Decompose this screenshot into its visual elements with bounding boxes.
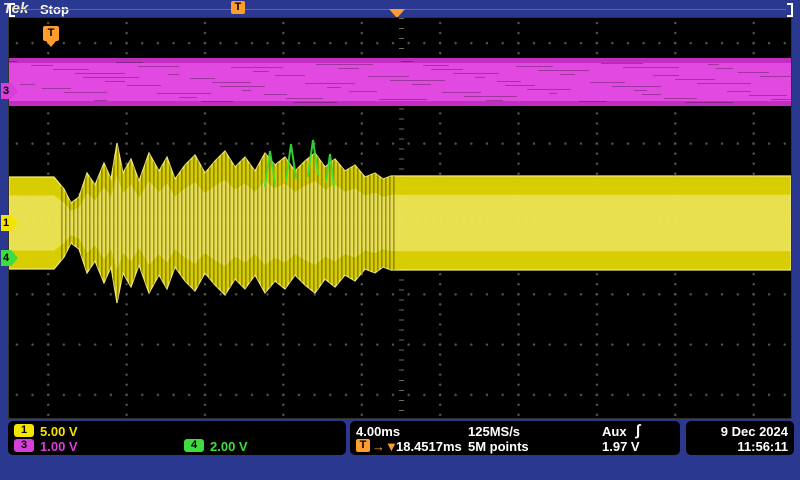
aux-trigger-label: Aux [602,424,627,439]
record-length-readout: 5M points [468,439,529,454]
oscilloscope-screen: Tek Stop T T 3 1 4 1 5.00 V 3 1.00 V 4 2… [0,0,800,480]
date-readout: 9 Dec 2024 [720,424,788,439]
datetime-box: 9 Dec 2024 11:56:11 [686,421,794,455]
ch4-badge: 4 [184,439,204,452]
waveform-layer [9,58,791,304]
trigger-delay-arrow-icon: →▼ [372,439,398,454]
sample-rate-readout: 125MS/s [468,424,521,439]
ch1-badge: 1 [14,424,34,437]
record-view-right-bracket-icon [787,3,793,17]
ch3-scale-readout: 1.00 V [40,439,78,454]
timebase-readout: 4.00ms [356,424,401,439]
trigger-source-badge: T [43,26,59,41]
trigger-level-readout: 1.97 V [602,439,640,454]
ch3-badge: 3 [14,439,34,452]
ch4-scale-readout: 2.00 V [210,439,248,454]
graticule: T 3 1 4 [1,17,792,419]
channel-readout-box: 1 5.00 V 3 1.00 V 4 2.00 V [8,421,346,455]
time-readout: 11:56:11 [737,439,788,454]
trigger-delay-readout: 18.4517ms [396,439,462,454]
horizontal-trigger-readout-box: 4.00ms 125MS/s Aux ∫ T →▼ 18.4517ms 5M p… [350,421,680,455]
record-trigger-marker: T [231,1,245,14]
record-view-left-bracket-icon [9,3,15,17]
trigger-source-badge-tail-icon [46,41,56,47]
ch1-scale-readout: 5.00 V [40,424,78,439]
trigger-badge: T [356,439,370,452]
trigger-slope-icon: ∫ [636,422,641,439]
